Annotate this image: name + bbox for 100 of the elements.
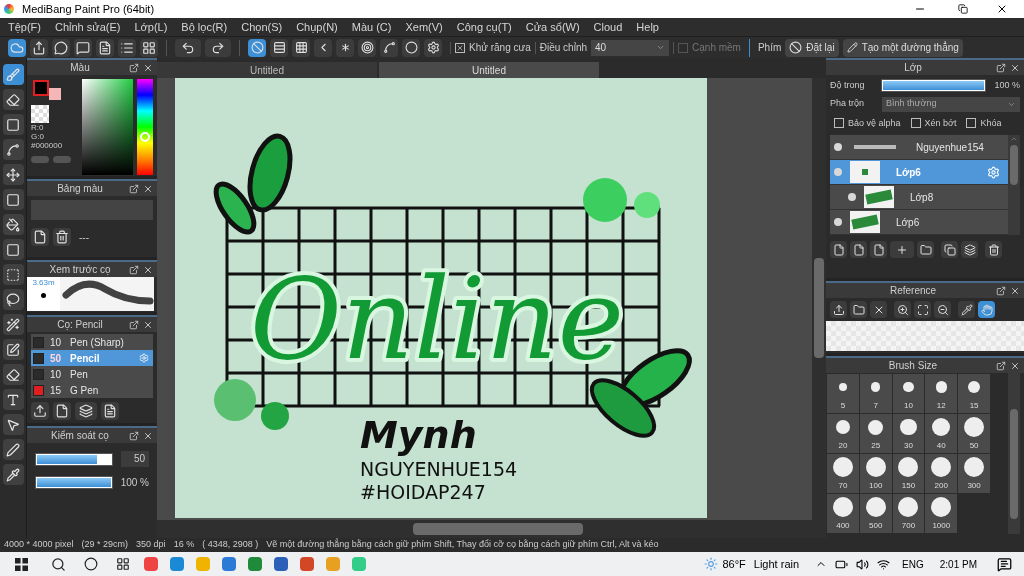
- brush-size-button[interactable]: 5: [827, 374, 859, 413]
- brush-size-label: 700: [901, 520, 916, 532]
- brush-size-button[interactable]: 30: [892, 414, 925, 453]
- brush-size-label: 70: [838, 480, 848, 492]
- hex-value: #000000: [31, 141, 64, 150]
- brush-size-button[interactable]: 40: [925, 414, 958, 453]
- brush-size-label: 25: [871, 440, 881, 452]
- brush-size-label: 20: [838, 440, 848, 452]
- brush-size-label: 30: [904, 440, 913, 452]
- brush-size-label: 1000: [932, 520, 951, 532]
- menu-item[interactable]: Xem(V): [405, 18, 443, 36]
- menu-item[interactable]: Help: [636, 18, 659, 36]
- panel-title: Bảng màu: [56, 182, 104, 196]
- layer-row[interactable]: Nguyenhue154: [830, 135, 1008, 160]
- brush-size-button[interactable]: 200: [925, 454, 958, 493]
- layer-row[interactable]: Lớp8: [830, 185, 1008, 210]
- brush-row[interactable]: 15 G Pen: [31, 382, 153, 398]
- brush-size-label: 50: [969, 440, 979, 452]
- temperature: 86°F: [722, 556, 746, 572]
- opacity-value: 100 %: [120, 476, 149, 490]
- straight-line-button[interactable]: Tạo một đường thẳng: [842, 38, 963, 57]
- panel-title: Brush Size: [887, 359, 939, 373]
- correction-value: 40: [595, 41, 608, 55]
- menu-item[interactable]: Tệp(F): [8, 18, 41, 36]
- brush-name: Pen: [70, 367, 89, 382]
- brush-row[interactable]: 10 Pen: [31, 366, 153, 382]
- brush-name: G Pen: [70, 383, 100, 398]
- soft-edge-label: Cạnh mềm: [692, 41, 741, 55]
- brush-size-button[interactable]: 7: [859, 374, 892, 413]
- brush-size-button[interactable]: 100: [859, 454, 892, 493]
- keys-label: Phím: [757, 41, 782, 55]
- brush-size-button[interactable]: 1000: [925, 494, 958, 533]
- layer-name: Nguyenhue154: [916, 140, 985, 155]
- blend-label: Pha trộn: [830, 97, 866, 111]
- brush-size-button[interactable]: 20: [827, 414, 859, 453]
- hint-text: Vẽ một đường thẳng bằng cách giữ phím Shift, Thay đổi cỡ cọ bằng cách giữ phím Ctrl, Alt và kéo: [266, 538, 659, 552]
- menu-item[interactable]: Chọn(S): [241, 18, 283, 36]
- brush-size-label: 40: [936, 440, 946, 452]
- brush-size: 10: [49, 335, 63, 350]
- menu-item[interactable]: Cloud: [593, 18, 623, 36]
- blend-dropdown[interactable]: Bình thường: [882, 96, 1020, 112]
- document-tab[interactable]: Untitled: [157, 62, 377, 78]
- layer-name: Lớp6: [896, 165, 922, 180]
- physical-size: (29 * 29cm): [81, 538, 129, 552]
- option-label: Xén bớt: [924, 116, 957, 130]
- brush-size-button[interactable]: 50: [958, 414, 990, 453]
- document-tab[interactable]: Untitled: [379, 62, 599, 78]
- channel-value: G:0: [31, 132, 45, 141]
- brush-size-button[interactable]: 12: [925, 374, 958, 413]
- brush-size-value: 3.63m: [32, 277, 55, 289]
- brush-size-label: 500: [869, 520, 883, 532]
- brush-size-label: 200: [934, 480, 948, 492]
- size-value[interactable]: 50: [121, 451, 149, 467]
- brush-size: 10: [49, 367, 63, 382]
- brush-size-button[interactable]: 150: [892, 454, 925, 493]
- brush-size-button[interactable]: 10: [892, 374, 925, 413]
- menu-item[interactable]: Chỉnh sửa(E): [55, 18, 121, 36]
- channel-value: R:0: [31, 123, 45, 132]
- menu-item[interactable]: Màu (C): [351, 18, 392, 36]
- brush-row[interactable]: 10 Pen (Sharp): [31, 334, 153, 350]
- brush-size-label: 15: [969, 400, 979, 412]
- brush-name: Pen (Sharp): [70, 335, 125, 350]
- brush-size-label: 7: [873, 400, 878, 412]
- brush-size: 50: [49, 351, 63, 366]
- menu-item[interactable]: Cửa sổ(W): [525, 18, 580, 36]
- menu-item[interactable]: Công cụ(T): [456, 18, 512, 36]
- clock[interactable]: 2:01 PM: [939, 556, 977, 572]
- menu-item[interactable]: Bộ lọc(R): [181, 18, 228, 36]
- brush-size-button[interactable]: 300: [958, 454, 990, 493]
- brush-size-label: 12: [936, 400, 946, 412]
- brush-size-button[interactable]: 70: [827, 454, 859, 493]
- brush-name: Pencil: [70, 351, 101, 366]
- option-label: Khóa: [980, 116, 1002, 130]
- zoom-level: 16 %: [173, 538, 195, 552]
- brush-size-button[interactable]: 700: [892, 494, 925, 533]
- panel-title: Lớp: [903, 61, 923, 75]
- option-label: Bảo vệ alpha: [848, 116, 901, 130]
- panel-title: Màu: [69, 61, 91, 75]
- brush-size-button[interactable]: 500: [859, 494, 892, 533]
- brush-size-label: 10: [904, 400, 913, 412]
- menu-item[interactable]: Chụp(N): [296, 18, 338, 36]
- panel-title: Reference: [888, 284, 938, 298]
- opacity-value: 100 %: [994, 79, 1020, 92]
- layer-name: Lớp8: [910, 190, 935, 205]
- layer-row[interactable]: Lớp6: [830, 210, 1008, 235]
- brush-size-label: 5: [840, 400, 846, 412]
- brush-size-label: 100: [869, 480, 883, 492]
- image-size: 4000 * 4000 pixel: [4, 538, 74, 552]
- brush-size-button[interactable]: 25: [859, 414, 892, 453]
- brush-size-label: 150: [901, 480, 916, 492]
- reset-button[interactable]: Đặt lại: [785, 38, 839, 57]
- brush-size-button[interactable]: 15: [958, 374, 990, 413]
- language-indicator[interactable]: ENG: [902, 556, 924, 572]
- weather-text: Light rain: [753, 556, 800, 572]
- resolution: 350 dpi: [136, 538, 166, 552]
- brush-size-button[interactable]: 400: [827, 494, 859, 533]
- opacity-label: Độ trong: [830, 79, 866, 92]
- panel-title: Xem trước cọ: [48, 263, 112, 277]
- menu-item[interactable]: Lớp(L): [134, 18, 168, 36]
- correction-dropdown[interactable]: 40: [591, 39, 670, 56]
